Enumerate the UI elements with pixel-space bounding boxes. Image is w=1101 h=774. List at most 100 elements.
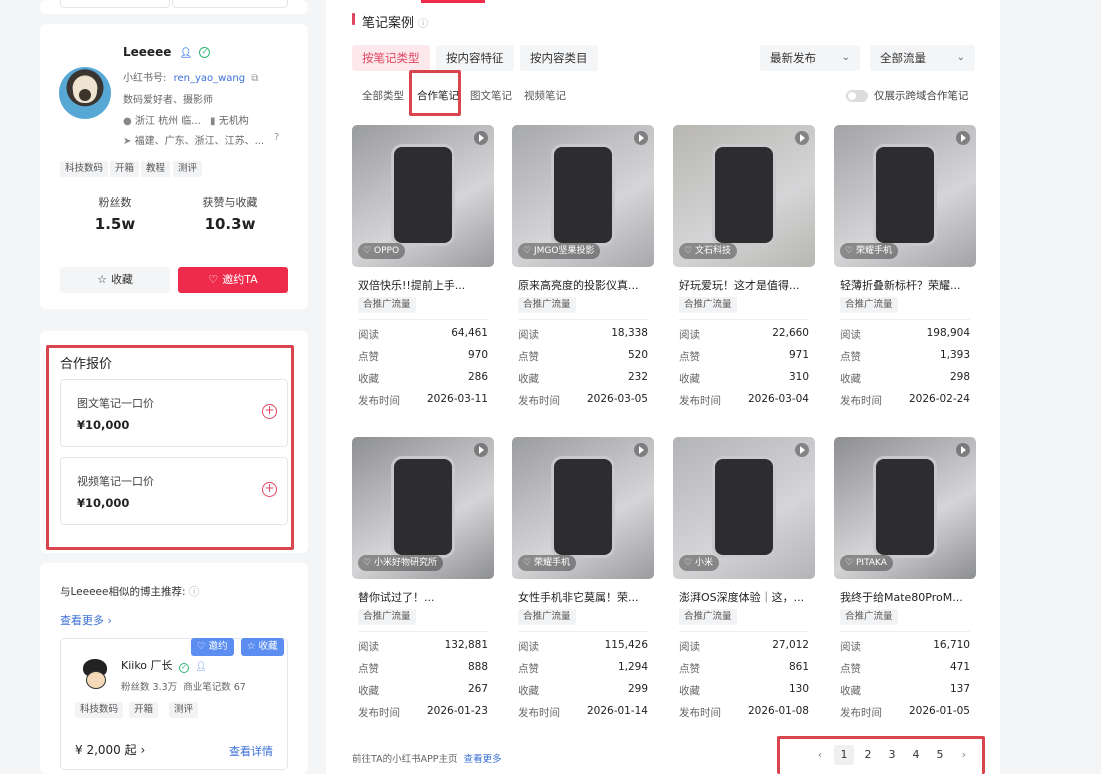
note-thumbnail[interactable]: 小米好物研究所 xyxy=(352,437,494,579)
note-card[interactable]: 小米澎湃OS深度体验｜这，... 合推广流量阅读 27,012 点赞 861 收藏 130 发… xyxy=(673,437,815,727)
note-title[interactable]: 我终于给Mate80ProM... xyxy=(840,589,972,605)
note-thumbnail[interactable]: 荣耀手机 xyxy=(834,125,976,267)
stat-label: 收藏 xyxy=(518,685,539,697)
stat-label: 收藏 xyxy=(840,373,861,385)
stat-value: 22,660 xyxy=(772,327,809,339)
sort-dropdown[interactable]: 最新发布 ⌄ xyxy=(760,45,860,71)
brand-badge: 荣耀手机 xyxy=(518,555,577,571)
note-thumbnail[interactable]: JMGO坚果投影 xyxy=(512,125,654,267)
similar-blogger-card[interactable]: Kiiko 厂长 ✓ 👤︎ ♡ 邀约 ☆ 收藏 粉丝数 3.3万 商业笔记数 6… xyxy=(60,638,288,770)
invite-button[interactable]: ♡ 邀约TA xyxy=(178,267,288,293)
help-icon[interactable]: ? xyxy=(274,132,279,143)
tab-left[interactable] xyxy=(60,0,170,8)
chevron-down-icon: ⌄ xyxy=(841,52,850,63)
subtab-image[interactable]: 图文笔记 xyxy=(470,88,512,103)
stat-label: 发布时间 xyxy=(679,707,721,719)
stat-value: 971 xyxy=(788,349,809,361)
top-tabs xyxy=(40,0,308,14)
note-title[interactable]: 澎湃OS深度体验｜这，... xyxy=(679,589,811,605)
play-icon xyxy=(795,131,809,145)
stat-value: 2026-01-23 xyxy=(426,705,488,717)
stat-label: 发布时间 xyxy=(358,707,400,719)
play-icon xyxy=(634,443,648,457)
divider xyxy=(518,319,648,320)
see-more-link[interactable]: 查看更多 › xyxy=(60,612,112,628)
note-card[interactable]: PITAKA 我终于给Mate80ProM... 合推广流量阅读 16,710 点赞 47… xyxy=(834,437,976,727)
note-card[interactable]: 小米好物研究所替你试过了！... 合推广流量阅读 132,881 点赞 888 收藏 267… xyxy=(352,437,494,727)
avatar[interactable] xyxy=(59,67,111,119)
note-thumbnail[interactable]: PITAKA xyxy=(834,437,976,579)
note-title[interactable]: 替你试过了！... xyxy=(358,589,490,605)
note-tag: 合推广流量 xyxy=(679,609,737,625)
stat-label: 点赞 xyxy=(358,663,379,675)
subtab-all[interactable]: 全部类型 xyxy=(362,88,404,103)
user-icon: 👤︎ xyxy=(195,662,207,672)
stat-label: 收藏 xyxy=(518,373,539,385)
note-title[interactable]: 女性手机非它莫属！荣... xyxy=(518,589,650,605)
note-tag: 合推广流量 xyxy=(840,609,898,625)
copy-icon[interactable]: ⧉ xyxy=(251,73,258,84)
star-icon: ☆ xyxy=(97,273,107,286)
subtab-video[interactable]: 视频笔记 xyxy=(524,88,566,103)
stat-label: 收藏 xyxy=(358,685,379,697)
fans-label: 粉丝数 xyxy=(98,196,132,209)
avatar[interactable] xyxy=(77,657,113,693)
stat-value: 115,426 xyxy=(604,639,648,651)
traffic-dropdown[interactable]: 全部流量 ⌄ xyxy=(870,45,975,71)
brand-badge: 小米好物研究所 xyxy=(358,555,444,571)
play-icon xyxy=(795,443,809,457)
stat-label: 阅读 xyxy=(840,329,861,341)
stat-label: 阅读 xyxy=(679,329,700,341)
note-card[interactable]: JMGO坚果投影原来高亮度的投影仪真... 合推广流量阅读 18,338 点赞 520 收… xyxy=(512,125,654,415)
filter-content-category[interactable]: 按内容类目 xyxy=(520,45,598,71)
stat-value: 16,710 xyxy=(933,639,970,651)
stat-value: 2026-01-14 xyxy=(586,705,648,717)
filter-note-type[interactable]: 按笔记类型 xyxy=(352,45,430,71)
note-title[interactable]: 原来高亮度的投影仪真... xyxy=(518,277,650,293)
profile-name-text: Leeeee xyxy=(123,45,172,59)
stat-value: 2026-03-05 xyxy=(586,393,648,405)
note-card[interactable]: OPPO 双倍快乐!!提前上手... 合推广流量阅读 64,461 点赞 970 收藏 286… xyxy=(352,125,494,415)
stat-value: 132,881 xyxy=(444,639,488,651)
play-icon xyxy=(956,443,970,457)
location-line: ● 浙江 杭州 临... xyxy=(123,116,201,127)
stat-label: 发布时间 xyxy=(840,707,882,719)
verified-icon: ✓ xyxy=(199,47,211,58)
play-icon xyxy=(956,131,970,145)
profile-card: Leeeee 👤︎ ✓ 小红书号: ren_yao_wang ⧉ 数码爱好者、摄… xyxy=(40,24,308,309)
stat-value: 298 xyxy=(949,371,970,383)
note-card[interactable]: 文石科技好玩爱玩！这才是值得... 合推广流量阅读 22,660 点赞 971 收藏 310… xyxy=(673,125,815,415)
detail-link[interactable]: 查看详情 xyxy=(229,743,273,759)
note-tag: 合推广流量 xyxy=(840,297,898,313)
notes-title: 笔记案例 ⓘ xyxy=(362,16,429,31)
note-card[interactable]: 荣耀手机轻薄折叠新标杆？荣耀... 合推广流量阅读 198,904 点赞 1,393 收藏… xyxy=(834,125,976,415)
note-title[interactable]: 轻薄折叠新标杆？荣耀... xyxy=(840,277,972,293)
stat-label: 阅读 xyxy=(358,641,379,653)
red-id-value[interactable]: ren_yao_wang xyxy=(174,73,246,84)
invite-mini-button[interactable]: ♡ 邀约 xyxy=(191,638,234,656)
stat-label: 阅读 xyxy=(518,329,539,341)
highlight-box xyxy=(409,70,461,116)
collect-mini-button[interactable]: ☆ 收藏 xyxy=(241,638,284,656)
stat-value: 130 xyxy=(788,683,809,695)
cross-domain-toggle[interactable] xyxy=(846,90,868,102)
note-thumbnail[interactable]: 小米 xyxy=(673,437,815,579)
note-thumbnail[interactable]: OPPO xyxy=(352,125,494,267)
footer-more-link[interactable]: 查看更多 xyxy=(464,754,502,765)
note-thumbnail[interactable]: 文石科技 xyxy=(673,125,815,267)
note-card[interactable]: 荣耀手机女性手机非它莫属！荣... 合推广流量阅读 115,426 点赞 1,294 收藏… xyxy=(512,437,654,727)
brand-badge: 荣耀手机 xyxy=(840,243,899,259)
stat-value: 2026-03-11 xyxy=(426,393,488,405)
similar-card: 与Leeeee相似的博主推荐: ⓘ 查看更多 › Kiiko 厂长 ✓ 👤︎ ♡… xyxy=(40,563,308,774)
stat-label: 发布时间 xyxy=(518,395,560,407)
stat-value: 970 xyxy=(467,349,488,361)
heart-icon: ♡ xyxy=(208,273,219,286)
stat-label: 收藏 xyxy=(679,373,700,385)
favorite-button[interactable]: ☆ 收藏 xyxy=(60,267,170,293)
tab-right[interactable] xyxy=(172,0,288,8)
note-thumbnail[interactable]: 荣耀手机 xyxy=(512,437,654,579)
note-title[interactable]: 双倍快乐!!提前上手... xyxy=(358,277,490,293)
note-title[interactable]: 好玩爱玩！这才是值得... xyxy=(679,277,811,293)
stat-value: 286 xyxy=(467,371,488,383)
filter-content-feature[interactable]: 按内容特征 xyxy=(436,45,514,71)
